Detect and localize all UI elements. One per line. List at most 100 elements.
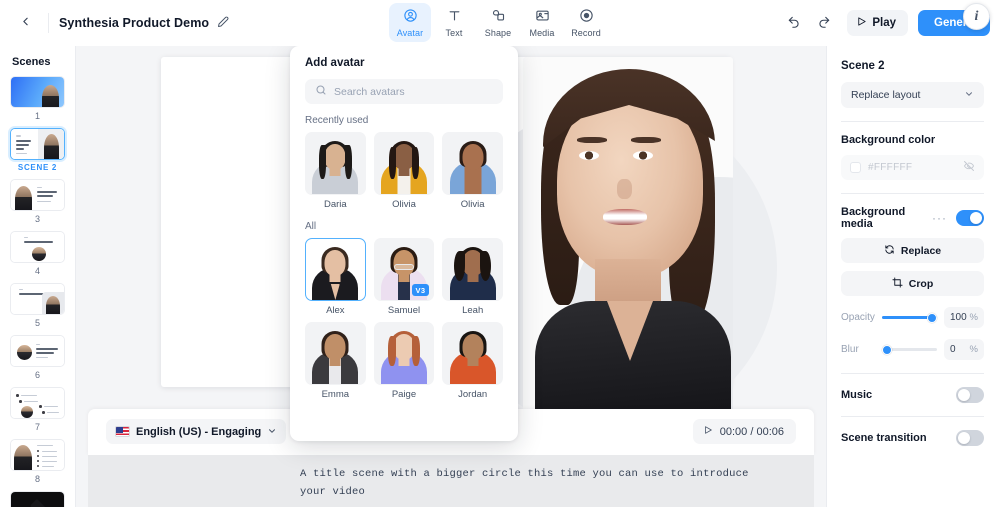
- replace-layout-select[interactable]: Replace layout: [841, 82, 984, 108]
- background-color-label: Background color: [841, 134, 936, 146]
- background-media-more-button[interactable]: ···: [932, 211, 947, 225]
- blur-slider[interactable]: [882, 344, 937, 355]
- info-badge[interactable]: i: [963, 3, 990, 30]
- language-selector[interactable]: English (US) - Engaging: [106, 419, 287, 444]
- avatar-card-olivia-1[interactable]: Olivia: [373, 132, 435, 210]
- background-media-header: Background media ···: [841, 206, 984, 230]
- avatar-thumbnail: [305, 322, 366, 385]
- scene-number: 1: [34, 111, 40, 121]
- tool-media[interactable]: Media: [521, 3, 563, 42]
- scene-item-4[interactable]: 4: [10, 231, 65, 280]
- scene-item-8[interactable]: 8: [10, 439, 65, 488]
- color-swatch[interactable]: [850, 162, 861, 173]
- divider: [841, 121, 984, 122]
- avatar-thumbnail: [442, 132, 503, 195]
- scene-transition-toggle[interactable]: [956, 430, 984, 446]
- scene-thumbnail[interactable]: [10, 179, 65, 211]
- scene-item-7[interactable]: 7: [10, 387, 65, 436]
- blur-label: Blur: [841, 344, 859, 355]
- add-avatar-title: Add avatar: [305, 57, 365, 69]
- script-textarea[interactable]: A title scene with a bigger circle this …: [300, 465, 770, 502]
- rename-button[interactable]: [217, 16, 229, 31]
- top-bar-actions: Play Generate: [781, 0, 990, 46]
- scene-transition-row: Scene transition: [841, 430, 984, 446]
- opacity-label: Opacity: [841, 312, 875, 323]
- pencil-icon: [217, 16, 229, 31]
- avatar-card-emma[interactable]: Emma: [305, 322, 366, 400]
- background-media-toggle[interactable]: [956, 210, 984, 226]
- replace-media-button[interactable]: Replace: [841, 238, 984, 263]
- tool-media-label: Media: [529, 28, 555, 38]
- scene-item-3[interactable]: 3: [10, 179, 65, 228]
- opacity-value-box[interactable]: 100 %: [944, 307, 984, 328]
- group-label-all: All: [305, 221, 317, 232]
- divider: [841, 416, 984, 417]
- play-button[interactable]: Play: [847, 10, 908, 36]
- scene-thumbnail[interactable]: [10, 491, 65, 507]
- background-color-field[interactable]: #FFFFFF: [841, 155, 984, 180]
- replace-layout-label: Replace layout: [851, 89, 921, 101]
- scene-item-6[interactable]: 6: [10, 335, 65, 384]
- scene-thumbnail[interactable]: [10, 387, 65, 419]
- opacity-slider[interactable]: [882, 312, 937, 323]
- scene-item-5[interactable]: 5: [10, 283, 65, 332]
- blur-value-box[interactable]: 0 %: [944, 339, 984, 360]
- back-button[interactable]: [12, 10, 38, 36]
- tool-text[interactable]: Text: [433, 3, 475, 42]
- play-label: Play: [872, 17, 896, 29]
- avatar-thumbnail: [442, 322, 503, 385]
- undo-button[interactable]: [781, 10, 807, 36]
- scene-thumbnail[interactable]: [10, 231, 65, 263]
- opacity-control: Opacity 100 %: [841, 307, 984, 328]
- avatar-preview-overlay[interactable]: [523, 57, 733, 432]
- scene-number: 5: [34, 318, 40, 328]
- opacity-value: 100: [950, 312, 967, 323]
- tool-shape-label: Shape: [484, 28, 512, 38]
- opacity-unit: %: [969, 312, 978, 323]
- insert-tool-cluster: Avatar Text Shape Media Record: [389, 3, 607, 42]
- media-icon: [535, 8, 550, 26]
- avatar-version-badge: V3: [411, 284, 430, 296]
- redo-icon: [817, 15, 831, 32]
- playback-timer[interactable]: 00:00 / 00:06: [692, 419, 796, 444]
- scene-item-1[interactable]: 1: [10, 76, 65, 125]
- tool-text-label: Text: [445, 28, 463, 38]
- scene-number: 8: [34, 474, 40, 484]
- avatar-card-daria[interactable]: Daria: [305, 132, 366, 210]
- avatar-card-alex[interactable]: Alex: [305, 238, 366, 316]
- avatar-card-samuel[interactable]: V3 Samuel: [373, 238, 435, 316]
- tool-avatar[interactable]: Avatar: [389, 3, 431, 42]
- avatar-card-jordan[interactable]: Jordan: [442, 322, 503, 400]
- scene-thumbnail[interactable]: [10, 283, 65, 315]
- avatar-name: Daria: [323, 199, 347, 210]
- scene-number: 6: [34, 370, 40, 380]
- scene-thumbnail[interactable]: [10, 439, 65, 471]
- avatar-card-paige[interactable]: Paige: [373, 322, 435, 400]
- avatar-icon: [403, 8, 418, 26]
- avatar-card-leah[interactable]: Leah: [442, 238, 503, 316]
- avatar-search-box[interactable]: [305, 79, 503, 104]
- eye-off-icon[interactable]: [963, 160, 975, 175]
- scene-number: 3: [34, 214, 40, 224]
- redo-button[interactable]: [811, 10, 837, 36]
- chevron-left-icon: [19, 15, 32, 31]
- add-avatar-header: Add avatar: [290, 46, 518, 104]
- play-triangle-icon: [856, 16, 867, 30]
- scene-thumbnail[interactable]: [10, 128, 65, 160]
- background-media-label: Background media: [841, 206, 906, 230]
- avatar-gallery[interactable]: Recently used Daria Olivia Olivia All Al…: [290, 104, 518, 439]
- search-input[interactable]: [334, 85, 493, 98]
- music-toggle[interactable]: [956, 387, 984, 403]
- tool-record[interactable]: Record: [565, 3, 607, 42]
- avatar-name: Jordan: [458, 389, 488, 400]
- crop-media-label: Crop: [908, 277, 934, 290]
- scene-thumbnail[interactable]: [10, 335, 65, 367]
- scene-item-9[interactable]: 9: [10, 491, 65, 507]
- scene-thumbnail[interactable]: [10, 76, 65, 108]
- chevron-down-icon: [964, 89, 974, 102]
- crop-media-button[interactable]: Crop: [841, 271, 984, 296]
- scene-item-2[interactable]: SCENE 2: [10, 128, 65, 176]
- tool-shape[interactable]: Shape: [477, 3, 519, 42]
- avatar-card-olivia-2[interactable]: Olivia: [442, 132, 503, 210]
- scene-thumb-avatar: [44, 134, 59, 159]
